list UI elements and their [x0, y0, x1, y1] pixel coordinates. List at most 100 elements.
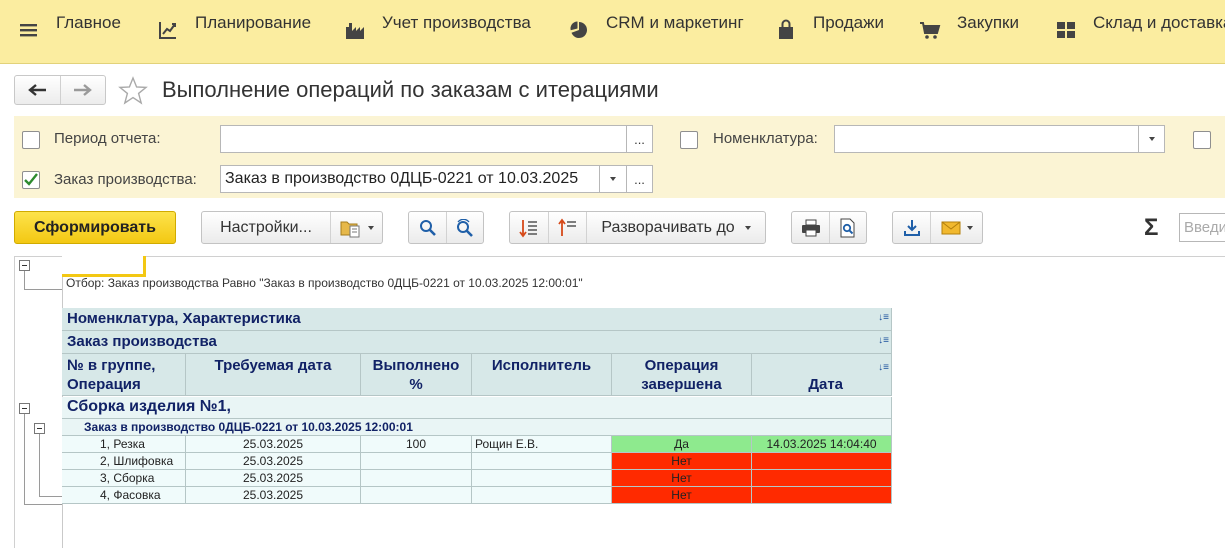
order-field[interactable]: Заказ в производство 0ДЦБ-0221 от 10.03.…	[220, 165, 600, 193]
sum-icon[interactable]: Σ	[1144, 214, 1158, 242]
save-button[interactable]	[893, 212, 930, 243]
search-group	[408, 211, 484, 244]
expand-groups-icon	[519, 219, 537, 237]
cell-completed: Нет	[612, 487, 752, 504]
menu-label: CRM и маркетинг	[606, 13, 744, 32]
order-label: Заказ производства:	[54, 171, 197, 188]
menu-item-sales[interactable]: Продажи	[775, 0, 884, 64]
planning-icon	[159, 22, 176, 39]
cell-done-percent	[361, 453, 472, 470]
cell-executor	[472, 487, 612, 504]
cell-executor	[472, 470, 612, 487]
cell-operation: 3, Сборка	[62, 470, 186, 487]
generate-button[interactable]: Сформировать	[14, 211, 176, 244]
cell-required-date: 25.03.2025	[186, 470, 361, 487]
collapse-group-button[interactable]	[19, 403, 30, 414]
page-title: Выполнение операций по заказам с итераци…	[162, 77, 659, 102]
collapse-groups-icon	[557, 218, 576, 236]
menu-label: Планирование	[195, 13, 312, 32]
outline-line	[39, 433, 40, 497]
column-done-date: Дата выполнения ↓≡	[752, 354, 892, 396]
hamburger-icon	[20, 24, 37, 37]
column-done-percent: Выполнено %	[361, 354, 472, 396]
envelope-icon	[941, 221, 960, 234]
settings-button[interactable]: Настройки...	[202, 212, 330, 243]
header-label: Номенклатура, Характеристика	[67, 310, 301, 327]
expand-to-label: Разворачивать до	[601, 218, 735, 236]
collapse-order-button[interactable]	[34, 423, 45, 434]
expand-to-button[interactable]: Разворачивать до	[586, 212, 765, 243]
collapse-report-button[interactable]	[19, 260, 30, 271]
cell-required-date: 25.03.2025	[186, 487, 361, 504]
variant-dropdown-button[interactable]	[330, 212, 382, 243]
find-button[interactable]	[409, 212, 446, 243]
column-required-date: Требуемая дата	[186, 354, 361, 396]
find-next-button[interactable]	[446, 212, 483, 243]
order-select-button[interactable]: ...	[626, 165, 653, 193]
menu-item-purchases[interactable]: Закупки	[919, 0, 1019, 64]
chevron-down-icon	[966, 225, 973, 230]
order-dropdown-button[interactable]	[599, 165, 627, 193]
report-header-cell	[62, 256, 146, 277]
header-nomenclature: Номенклатура, Характеристика ↓≡	[62, 308, 892, 331]
send-email-button[interactable]	[930, 212, 982, 243]
menu-item-planning[interactable]: Планирование	[157, 0, 311, 64]
cell-done-date: 14.03.2025 14:04:40	[752, 436, 892, 453]
forward-button[interactable]	[59, 76, 105, 104]
column-operation: № в группе, Операция	[62, 354, 186, 396]
period-checkbox[interactable]	[22, 131, 40, 149]
period-label: Период отчета:	[54, 130, 161, 147]
arrow-right-icon	[73, 84, 92, 96]
collapse-all-button[interactable]	[548, 212, 586, 243]
cell-operation: 2, Шлифовка	[62, 453, 186, 470]
sort-icon[interactable]: ↓≡	[878, 335, 889, 346]
back-button[interactable]	[15, 76, 60, 104]
nomenclature-dropdown-button[interactable]	[1138, 125, 1165, 153]
search-icon	[419, 219, 436, 236]
checkmark-icon	[24, 173, 38, 186]
cell-done-date	[752, 453, 892, 470]
preview-button[interactable]	[829, 212, 866, 243]
cell-completed: Да	[612, 436, 752, 453]
period-field[interactable]	[220, 125, 627, 153]
menu-label: Закупки	[957, 13, 1019, 32]
expand-all-button[interactable]	[510, 212, 548, 243]
cell-completed: Нет	[612, 453, 752, 470]
chevron-down-icon	[1148, 137, 1155, 141]
pie-chart-icon	[570, 21, 587, 38]
cell-done-date	[752, 487, 892, 504]
menu-item-production[interactable]: Учет производства	[344, 0, 531, 64]
cell-done-date	[752, 470, 892, 487]
print-button[interactable]	[792, 212, 829, 243]
sort-icon[interactable]: ↓≡	[878, 358, 889, 377]
search-next-icon	[457, 218, 473, 237]
export-group	[892, 211, 983, 244]
menu-item-main[interactable]: Главное	[18, 0, 121, 64]
download-icon	[903, 219, 920, 236]
search-input[interactable]: Введи	[1179, 213, 1225, 242]
header-label: Заказ производства	[67, 333, 217, 350]
menu-label: Склад и доставка	[1093, 13, 1225, 32]
column-completed: Операция завершена	[612, 354, 752, 396]
nomenclature-field[interactable]	[834, 125, 1139, 153]
menu-item-warehouse[interactable]: Склад и доставка	[1055, 0, 1225, 64]
group-row: Сборка изделия №1,	[62, 397, 892, 419]
nomenclature-checkbox[interactable]	[680, 131, 698, 149]
cell-done-percent: 100	[361, 436, 472, 453]
nomenclature-label: Номенклатура:	[713, 130, 818, 147]
outline-line	[39, 496, 62, 497]
sort-icon[interactable]: ↓≡	[878, 312, 889, 323]
arrow-left-icon	[28, 84, 47, 96]
print-preview-icon	[840, 218, 855, 237]
outline-line	[24, 413, 25, 505]
extra-checkbox[interactable]	[1193, 131, 1211, 149]
favorite-star-icon[interactable]	[118, 76, 148, 106]
period-select-button[interactable]: ...	[626, 125, 653, 153]
factory-icon	[346, 23, 364, 39]
menu-label: Учет производства	[382, 13, 531, 32]
order-checkbox[interactable]	[22, 171, 40, 189]
outline-line	[24, 289, 62, 290]
main-menu-bar: Главное Планирование Учет производства C…	[0, 0, 1225, 64]
cell-done-percent	[361, 487, 472, 504]
menu-item-crm[interactable]: CRM и маркетинг	[568, 0, 744, 64]
